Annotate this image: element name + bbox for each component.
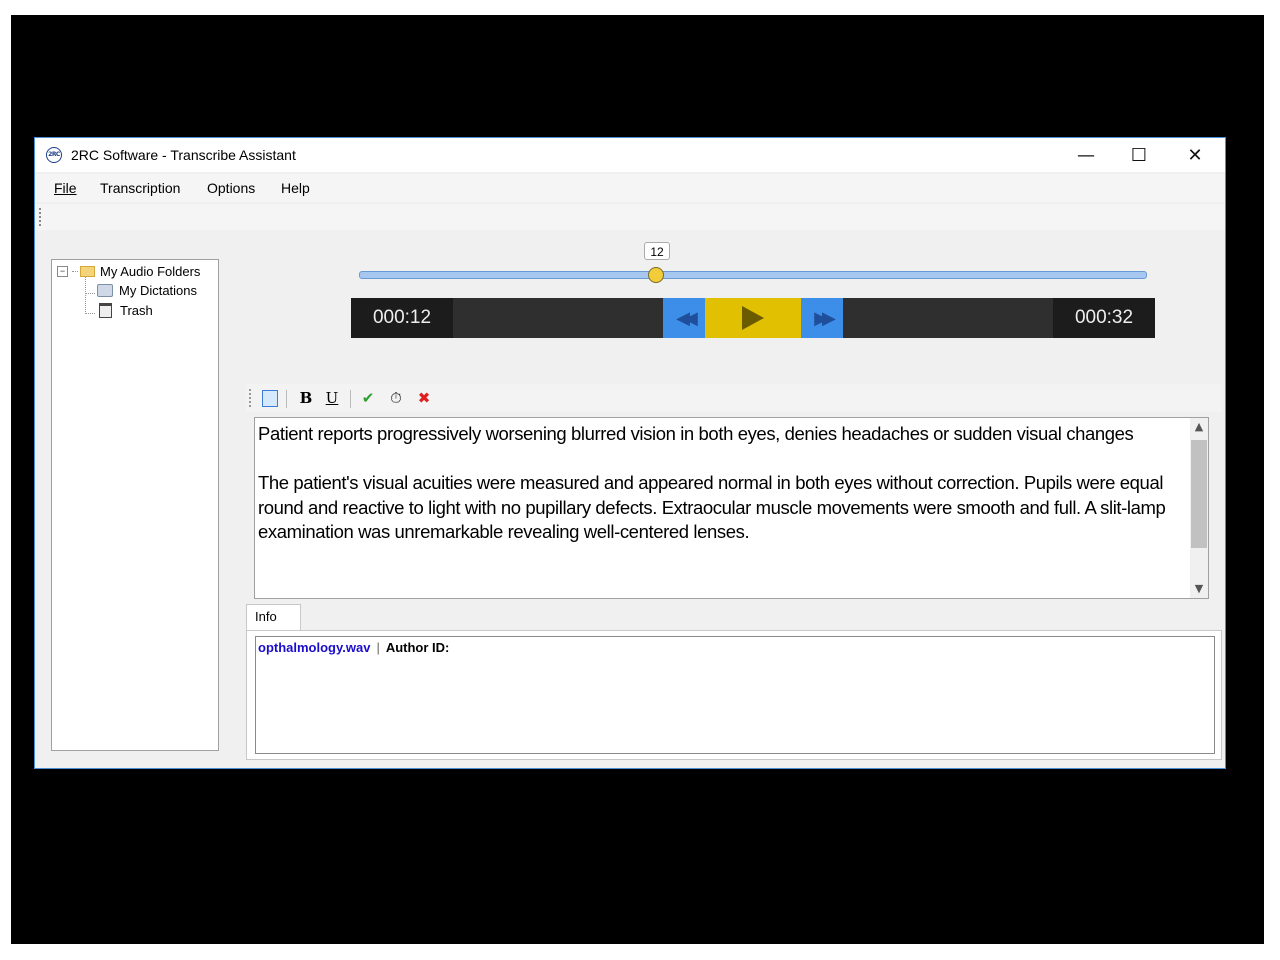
window-title: 2RC Software - Transcribe Assistant (71, 147, 296, 163)
insert-document-button[interactable] (260, 388, 280, 408)
scrollbar-thumb[interactable] (1191, 440, 1207, 548)
fast-forward-icon: ▶▶ (814, 307, 836, 329)
menu-file[interactable]: File (54, 180, 77, 196)
play-icon (742, 306, 764, 330)
tree-connector-line (85, 276, 86, 314)
main-toolstrip (35, 204, 1225, 230)
toolstrip-grip-handle[interactable] (39, 208, 41, 226)
trash-icon (99, 303, 112, 318)
filename-link[interactable]: opthalmology.wav (258, 640, 370, 655)
menu-help[interactable]: Help (281, 180, 310, 196)
info-content: opthalmology.wav | Author ID: (255, 636, 1215, 754)
editor-text[interactable]: Patient reports progressively worsening … (258, 422, 1188, 569)
tree-connector-line (85, 293, 95, 294)
position-slider-track[interactable] (359, 271, 1147, 279)
menu-options[interactable]: Options (207, 180, 255, 196)
position-tooltip: 12 (644, 242, 670, 260)
close-button[interactable]: ✕ (1172, 138, 1218, 172)
play-button[interactable] (705, 298, 801, 338)
folder-tree: − My Audio Folders My Dictations Trash (51, 259, 219, 751)
rewind-button[interactable]: ◀◀ (663, 298, 705, 338)
title-bar: 2RC 2RC Software - Transcribe Assistant … (35, 138, 1225, 172)
tree-item-label: My Audio Folders (100, 264, 201, 279)
cancel-icon[interactable]: ✖ (414, 388, 434, 408)
total-time: 000:32 (1053, 298, 1155, 338)
underline-button[interactable]: U (322, 388, 342, 408)
insert-document-icon (262, 389, 278, 407)
tree-connector-line (85, 313, 95, 314)
rewind-icon: ◀◀ (676, 307, 698, 329)
editor-scrollbar[interactable]: ▲ ▼ (1190, 418, 1208, 598)
info-panel: opthalmology.wav | Author ID: (246, 630, 1222, 760)
scroll-down-icon[interactable]: ▼ (1190, 580, 1208, 598)
minimize-button[interactable]: — (1063, 138, 1109, 172)
position-slider-thumb[interactable] (648, 267, 664, 283)
maximize-button[interactable]: ☐ (1116, 138, 1162, 172)
tree-item-my-audio-folders[interactable]: − My Audio Folders (57, 264, 200, 279)
bold-button[interactable]: B (296, 388, 316, 408)
author-id-label: Author ID: (385, 640, 450, 655)
player-bar: 000:12 ◀◀ ▶▶ 000:32 (351, 298, 1155, 338)
tab-info[interactable]: Info (246, 604, 301, 631)
tree-item-label: Trash (120, 303, 153, 318)
collapse-icon[interactable]: − (57, 266, 68, 277)
fast-forward-button[interactable]: ▶▶ (801, 298, 843, 338)
menu-bar: File Transcription Options Help (35, 174, 1225, 202)
tree-connector-line (72, 271, 78, 272)
toolbar-grip-handle[interactable] (249, 389, 251, 407)
scroll-up-icon[interactable]: ▲ (1190, 418, 1208, 436)
tree-item-my-dictations[interactable]: My Dictations (97, 283, 197, 298)
tree-item-label: My Dictations (119, 283, 198, 298)
timer-icon[interactable]: ⏱ (386, 388, 406, 408)
check-icon[interactable]: ✔ (358, 388, 378, 408)
editor-toolbar: B U ✔ ⏱ ✖ (246, 384, 1222, 412)
app-window: 2RC 2RC Software - Transcribe Assistant … (34, 137, 1226, 769)
current-time: 000:12 (351, 298, 453, 338)
audio-folder-icon (97, 284, 113, 297)
toolbar-separator (350, 390, 351, 408)
app-logo-icon: 2RC (46, 147, 62, 163)
info-separator: | (376, 640, 380, 655)
transcription-editor[interactable]: Patient reports progressively worsening … (254, 417, 1209, 599)
menu-transcription[interactable]: Transcription (100, 180, 180, 196)
tree-item-trash[interactable]: Trash (99, 303, 153, 318)
editor-paragraph: The patient's visual acuities were measu… (258, 472, 1166, 542)
toolbar-separator (286, 390, 287, 408)
folder-open-icon (80, 266, 95, 277)
editor-paragraph: Patient reports progressively worsening … (258, 423, 1134, 444)
